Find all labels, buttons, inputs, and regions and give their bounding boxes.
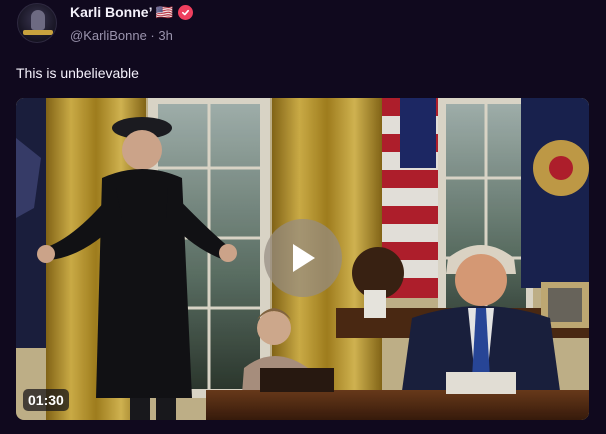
verified-check-badge-icon bbox=[178, 5, 194, 20]
avatar-emblem bbox=[23, 30, 53, 35]
play-button[interactable] bbox=[264, 219, 342, 297]
author-meta: @KarliBonne · 3h bbox=[70, 28, 173, 43]
post-timestamp[interactable]: 3h bbox=[158, 28, 172, 43]
meta-separator: · bbox=[150, 28, 155, 43]
author-handle[interactable]: @KarliBonne bbox=[70, 28, 147, 43]
author-name-row: Karli Bonne’ 🇺🇸 bbox=[70, 4, 194, 21]
avatar-figure bbox=[31, 10, 45, 30]
play-icon bbox=[293, 244, 315, 272]
author-display-name[interactable]: Karli Bonne’ 🇺🇸 bbox=[70, 4, 173, 21]
video-duration-badge: 01:30 bbox=[23, 389, 69, 411]
post-text: This is unbelievable bbox=[16, 65, 139, 81]
author-avatar[interactable] bbox=[17, 3, 57, 43]
post-card: Karli Bonne’ 🇺🇸 @KarliBonne · 3h This is… bbox=[0, 0, 606, 434]
